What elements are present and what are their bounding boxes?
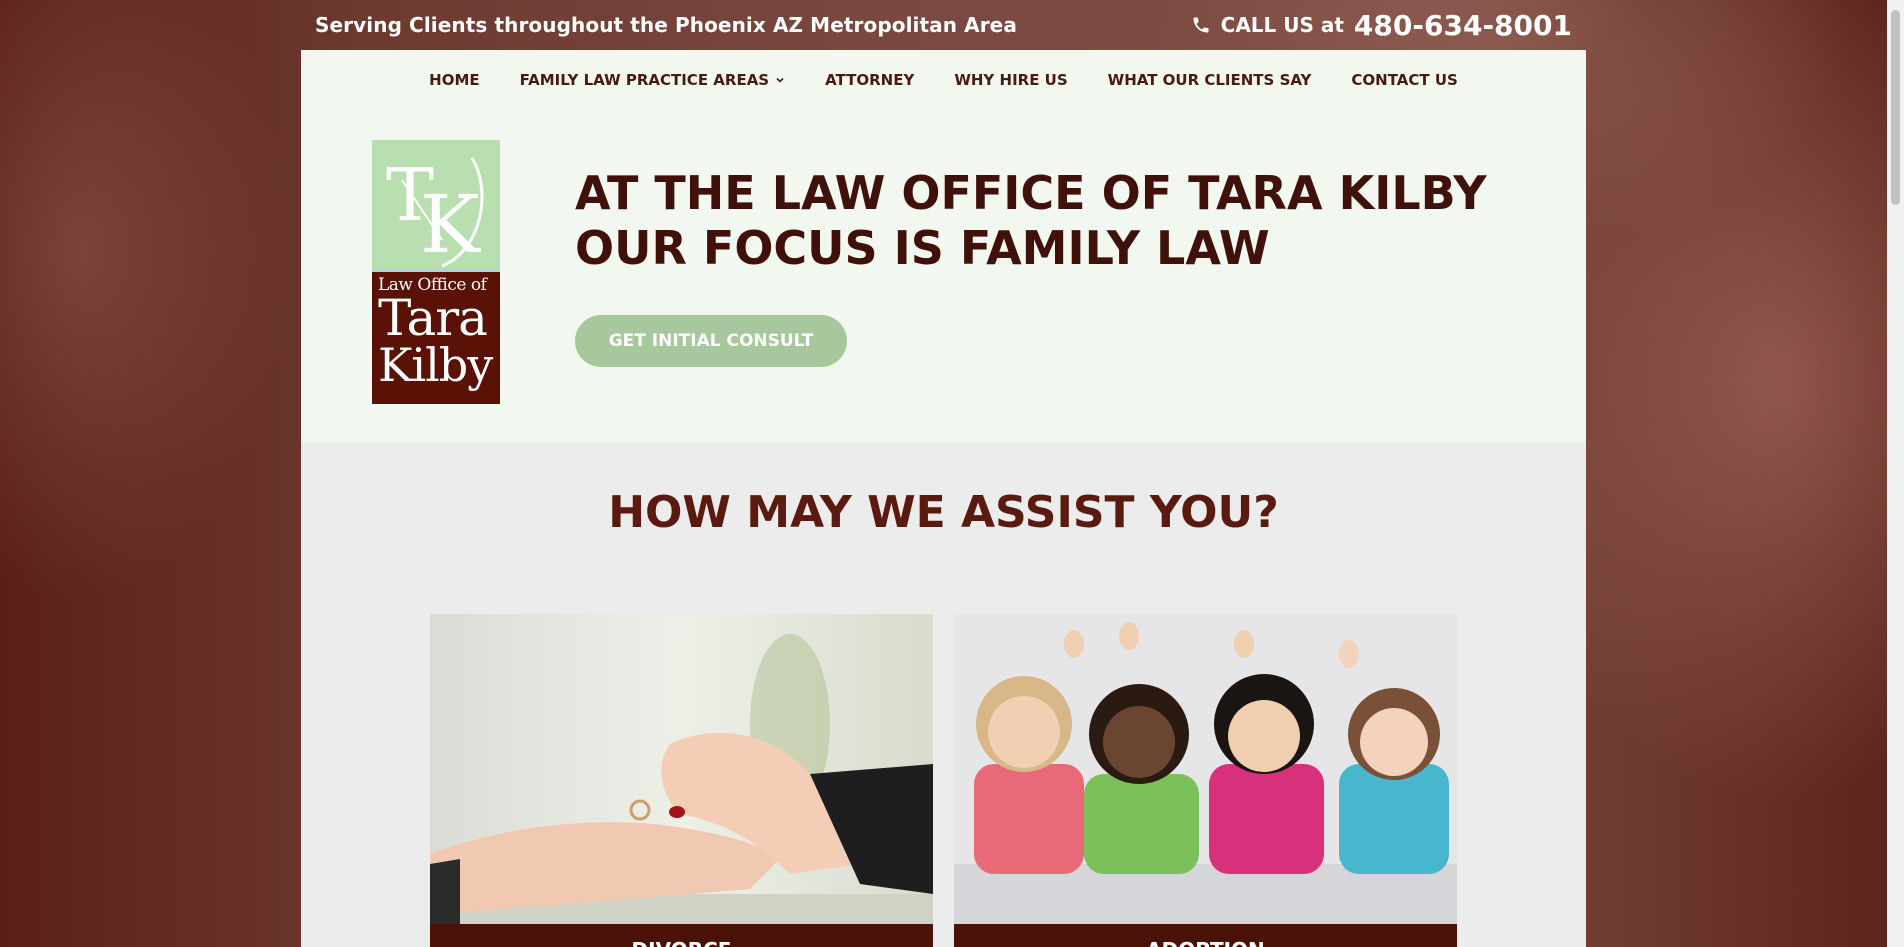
svg-text:K: K — [420, 178, 481, 270]
main-nav: HOME FAMILY LAW PRACTICE AREAS ATTORNEY … — [301, 50, 1586, 110]
monogram-mark-icon: T K — [386, 153, 484, 270]
phone-icon — [1193, 17, 1209, 33]
page-scrollbar[interactable] — [1887, 0, 1904, 947]
assist-section: HOW MAY WE ASSIST YOU? DIVORCE — [301, 442, 1586, 947]
card-label: ADOPTION — [954, 924, 1457, 947]
nav-item-family-law-practice-areas[interactable]: FAMILY LAW PRACTICE AREAS — [520, 71, 785, 89]
practice-card-divorce[interactable]: DIVORCE — [430, 614, 933, 947]
nav-item-label: WHAT OUR CLIENTS SAY — [1107, 71, 1312, 89]
practice-card-adoption[interactable]: ADOPTION — [954, 614, 1457, 947]
logo[interactable]: T K Law Office of Tara Kilby — [372, 140, 500, 404]
nav-item-home[interactable]: HOME — [429, 71, 479, 89]
logo-text: Law Office of Tara Kilby — [372, 272, 500, 404]
adoption-photo — [954, 614, 1457, 924]
nav-item-label: ATTORNEY — [825, 71, 915, 89]
call-label: CALL US at — [1220, 13, 1344, 37]
logo-line-3: Kilby — [378, 338, 493, 392]
card-label: DIVORCE — [430, 924, 933, 947]
phone-number[interactable]: 480-634-8001 — [1354, 9, 1572, 42]
get-initial-consult-button[interactable]: GET INITIAL CONSULT — [575, 315, 847, 367]
scrollbar-thumb[interactable] — [1891, 10, 1900, 205]
call-us[interactable]: CALL US at 480-634-8001 — [1191, 9, 1572, 42]
nav-item-label: FAMILY LAW PRACTICE AREAS — [519, 71, 770, 89]
chevron-down-icon — [776, 77, 784, 83]
divorce-photo — [430, 614, 933, 924]
hero-headline: AT THE LAW OFFICE OF TARA KILBY OUR FOCU… — [575, 166, 1487, 275]
tagline: Serving Clients throughout the Phoenix A… — [315, 13, 1017, 37]
hero-section: T K Law Office of Tara Kilby AT THE LAW … — [301, 110, 1586, 442]
nav-item-what-our-clients-say[interactable]: WHAT OUR CLIENTS SAY — [1108, 71, 1312, 89]
nav-item-why-hire-us[interactable]: WHY HIRE US — [954, 71, 1067, 89]
logo-monogram: T K — [372, 140, 500, 270]
nav-item-label: HOME — [429, 71, 480, 89]
nav-item-attorney[interactable]: ATTORNEY — [825, 71, 914, 89]
nav-item-label: CONTACT US — [1351, 71, 1458, 89]
logo-line-2: Tara — [378, 289, 488, 347]
nav-item-contact-us[interactable]: CONTACT US — [1351, 71, 1457, 89]
assist-heading: HOW MAY WE ASSIST YOU? — [608, 487, 1279, 538]
page-container: Serving Clients throughout the Phoenix A… — [301, 0, 1586, 947]
nav-item-label: WHY HIRE US — [954, 71, 1068, 89]
top-bar: Serving Clients throughout the Phoenix A… — [301, 0, 1586, 50]
